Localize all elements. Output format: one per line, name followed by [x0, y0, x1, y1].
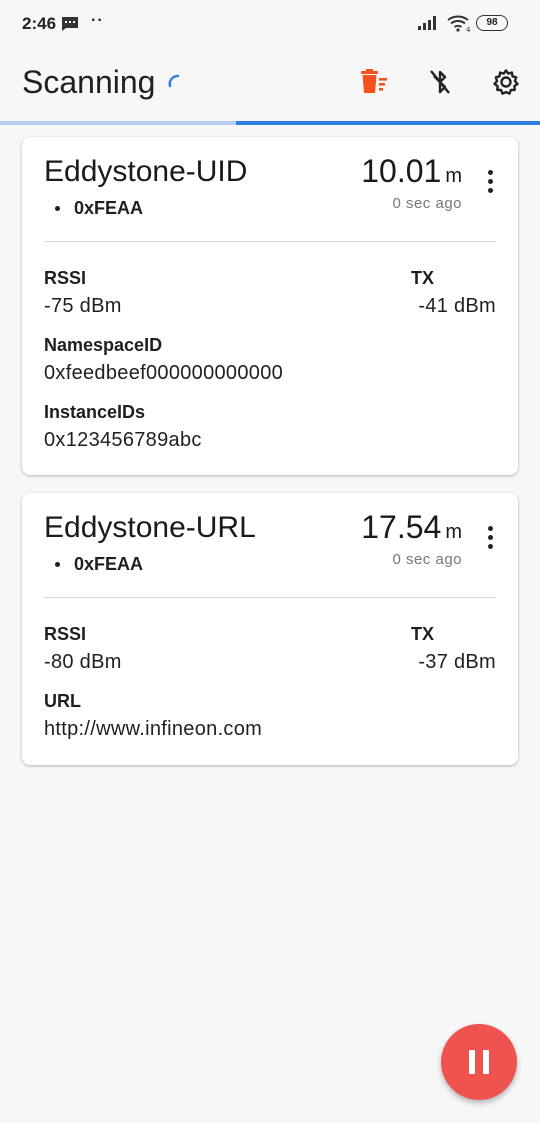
beacon-distance: 17.54 m: [361, 509, 462, 546]
bluetooth-button[interactable]: [420, 64, 460, 104]
divider: [44, 597, 496, 598]
beacon-distance: 10.01 m: [361, 153, 462, 190]
rssi-label: RSSI: [44, 268, 87, 288]
svg-text:4: 4: [466, 26, 471, 33]
message-icon: [61, 16, 79, 37]
beacon-name: Eddystone-URL: [44, 511, 256, 544]
rssi-value: -80 dBm: [44, 651, 122, 673]
divider: [44, 241, 496, 242]
signal-icon: [418, 14, 440, 35]
page-title: Scanning: [22, 64, 156, 100]
delete-list-icon: [359, 68, 389, 100]
tx-label: TX: [411, 268, 435, 288]
distance-unit: m: [445, 165, 462, 187]
tx-label: TX: [411, 624, 435, 644]
last-seen: 0 sec ago: [392, 551, 462, 568]
more-options-button[interactable]: [478, 167, 502, 195]
status-time: 2:46: [22, 14, 57, 33]
namespace-value: 0xfeedbeef000000000000: [44, 362, 284, 384]
pause-scan-button[interactable]: [441, 1024, 517, 1100]
more-options-button[interactable]: [478, 523, 502, 551]
settings-button[interactable]: [486, 64, 526, 104]
status-bar: 2:46 ·· 4 98: [0, 0, 540, 48]
clear-list-button[interactable]: [354, 64, 394, 104]
namespace-label: NamespaceID: [44, 335, 163, 355]
more-vert-icon: [478, 523, 502, 549]
tx-value: -37 dBm: [418, 651, 496, 673]
last-seen: 0 sec ago: [392, 195, 462, 212]
beacon-name: Eddystone-UID: [44, 155, 248, 188]
rssi-value: -75 dBm: [44, 295, 122, 317]
distance-value: 17.54: [361, 509, 442, 545]
distance-unit: m: [445, 521, 462, 543]
beacon-uuid: 0xFEAA: [74, 554, 144, 574]
bullet-icon: [55, 206, 60, 211]
pause-icon: [465, 1050, 493, 1074]
beacon-card[interactable]: Eddystone-UID 0xFEAA 10.01 m 0 sec ago RS…: [22, 137, 518, 475]
app-bar: Scanning: [0, 48, 540, 122]
battery-icon: 98: [476, 15, 508, 31]
url-label: URL: [44, 691, 81, 711]
bluetooth-disabled-icon: [428, 68, 452, 101]
scan-progress-indicator: [236, 121, 540, 125]
tx-value: -41 dBm: [418, 295, 496, 317]
scan-progress-bar: [0, 121, 540, 125]
more-vert-icon: [478, 167, 502, 193]
url-value[interactable]: http://www.infineon.com: [44, 718, 262, 741]
settings-icon: [492, 68, 520, 101]
instance-value: 0x123456789abc: [44, 429, 202, 451]
beacon-uuid: 0xFEAA: [74, 198, 144, 218]
bullet-icon: [55, 562, 60, 567]
wifi-icon: 4: [446, 13, 472, 38]
instance-label: InstanceIDs: [44, 402, 146, 422]
notification-dots-icon: ··: [91, 12, 104, 29]
spinner-icon: [167, 74, 181, 93]
distance-value: 10.01: [361, 153, 442, 189]
beacon-card[interactable]: Eddystone-URL 0xFEAA 17.54 m 0 sec ago RS…: [22, 493, 518, 765]
rssi-label: RSSI: [44, 624, 87, 644]
